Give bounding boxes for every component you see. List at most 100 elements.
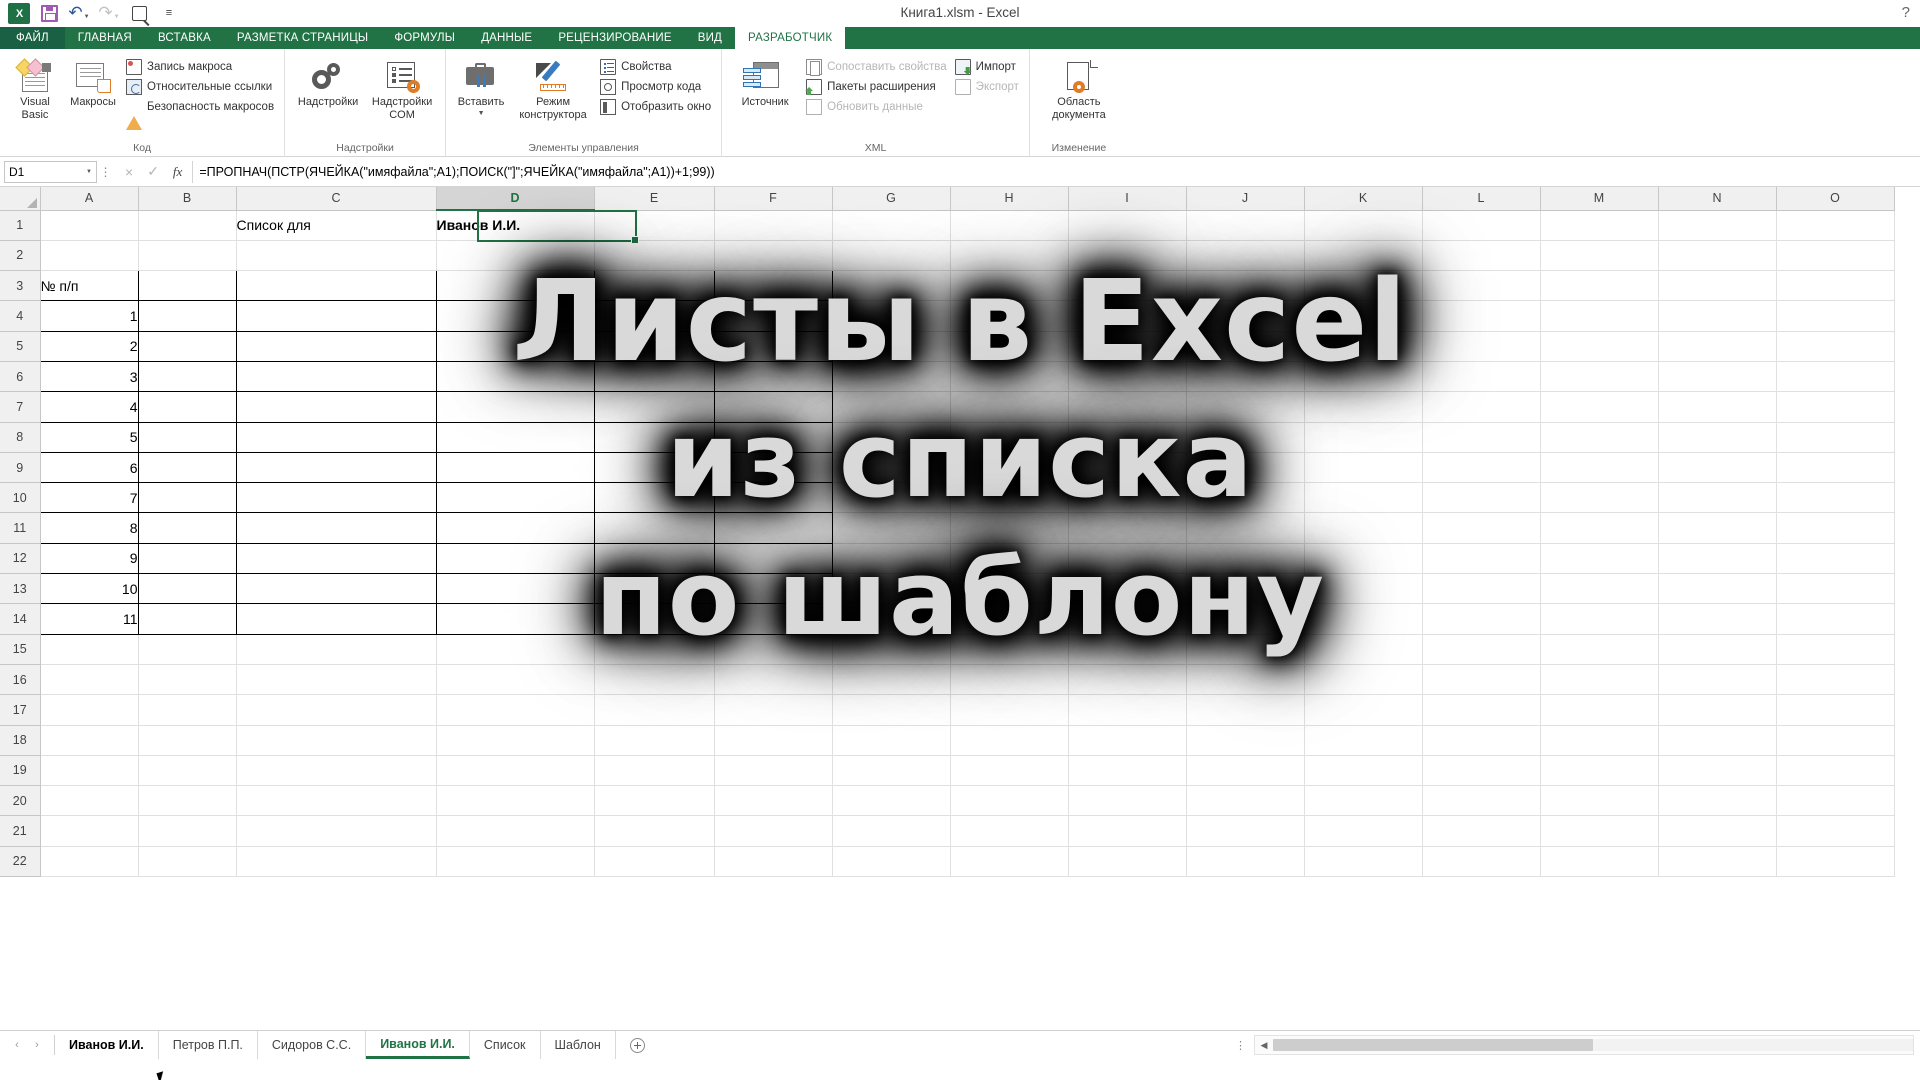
cell-G6[interactable] (832, 361, 950, 391)
cell-C20[interactable] (236, 786, 436, 816)
cell-B10[interactable] (138, 483, 236, 513)
cell-J3[interactable] (1186, 271, 1304, 301)
cell-E6[interactable] (594, 361, 714, 391)
cell-D17[interactable] (436, 695, 594, 725)
record-macro-button[interactable]: Запись макроса (122, 57, 278, 77)
cell-L2[interactable] (1422, 240, 1540, 270)
cell-J9[interactable] (1186, 452, 1304, 482)
chevron-down-icon[interactable]: ▼ (458, 108, 505, 121)
cell-O3[interactable] (1776, 271, 1894, 301)
cell-H8[interactable] (950, 422, 1068, 452)
col-header-K[interactable]: K (1304, 187, 1422, 210)
cell-E18[interactable] (594, 725, 714, 755)
row-header-13[interactable]: 13 (0, 574, 40, 604)
cell-C13[interactable] (236, 574, 436, 604)
cell-C8[interactable] (236, 422, 436, 452)
row-header-20[interactable]: 20 (0, 786, 40, 816)
col-header-B[interactable]: B (138, 187, 236, 210)
row-header-17[interactable]: 17 (0, 695, 40, 725)
cell-B19[interactable] (138, 755, 236, 785)
cell-F6[interactable] (714, 361, 832, 391)
cell-L6[interactable] (1422, 361, 1540, 391)
col-header-I[interactable]: I (1068, 187, 1186, 210)
cell-L18[interactable] (1422, 725, 1540, 755)
cell-O16[interactable] (1776, 664, 1894, 694)
cell-G5[interactable] (832, 331, 950, 361)
macro-security-button[interactable]: Безопасность макросов (122, 97, 278, 117)
cell-A4[interactable]: 1 (40, 301, 138, 331)
cell-K7[interactable] (1304, 392, 1422, 422)
cell-F9[interactable] (714, 452, 832, 482)
col-header-C[interactable]: C (236, 187, 436, 210)
row-header-15[interactable]: 15 (0, 634, 40, 664)
sheet-tab-sidorov[interactable]: Сидоров С.С. (258, 1031, 366, 1059)
cell-D11[interactable] (436, 513, 594, 543)
cell-C5[interactable] (236, 331, 436, 361)
cell-H22[interactable] (950, 846, 1068, 876)
cell-C3[interactable] (236, 271, 436, 301)
cell-I17[interactable] (1068, 695, 1186, 725)
col-header-L[interactable]: L (1422, 187, 1540, 210)
quick-access-toolbar[interactable]: X ↶▼ ↷▼ ≡ (0, 0, 184, 27)
cell-L19[interactable] (1422, 755, 1540, 785)
col-header-G[interactable]: G (832, 187, 950, 210)
row-header-12[interactable]: 12 (0, 543, 40, 573)
horizontal-scrollbar[interactable]: ◀ (1254, 1035, 1914, 1055)
cell-K20[interactable] (1304, 786, 1422, 816)
cell-L4[interactable] (1422, 301, 1540, 331)
cell-C17[interactable] (236, 695, 436, 725)
cell-L8[interactable] (1422, 422, 1540, 452)
cell-K22[interactable] (1304, 846, 1422, 876)
cell-G1[interactable] (832, 210, 950, 240)
cell-M14[interactable] (1540, 604, 1658, 634)
cell-G20[interactable] (832, 786, 950, 816)
cell-D1[interactable]: Иванов И.И. (436, 210, 594, 240)
ribbon-tab-strip[interactable]: ФАЙЛ ГЛАВНАЯ ВСТАВКА РАЗМЕТКА СТРАНИЦЫ Ф… (0, 27, 1920, 49)
cell-B14[interactable] (138, 604, 236, 634)
cell-N5[interactable] (1658, 331, 1776, 361)
sheet-nav-prev-icon[interactable]: ‹ (8, 1039, 26, 1051)
cell-G11[interactable] (832, 513, 950, 543)
cell-C1[interactable]: Список для (236, 210, 436, 240)
help-icon[interactable]: ? (1902, 4, 1910, 21)
cell-H17[interactable] (950, 695, 1068, 725)
cell-N22[interactable] (1658, 846, 1776, 876)
cell-N15[interactable] (1658, 634, 1776, 664)
cell-B17[interactable] (138, 695, 236, 725)
addins-button[interactable]: Надстройки (291, 53, 365, 109)
col-header-E[interactable]: E (594, 187, 714, 210)
cell-J4[interactable] (1186, 301, 1304, 331)
cell-L22[interactable] (1422, 846, 1540, 876)
cell-K5[interactable] (1304, 331, 1422, 361)
add-sheet-button[interactable] (616, 1031, 659, 1059)
cell-H19[interactable] (950, 755, 1068, 785)
cell-C18[interactable] (236, 725, 436, 755)
cell-D19[interactable] (436, 755, 594, 785)
cell-D21[interactable] (436, 816, 594, 846)
cell-C14[interactable] (236, 604, 436, 634)
tab-home[interactable]: ГЛАВНАЯ (65, 27, 145, 49)
cell-E9[interactable] (594, 452, 714, 482)
cell-J5[interactable] (1186, 331, 1304, 361)
cell-M5[interactable] (1540, 331, 1658, 361)
cell-D22[interactable] (436, 846, 594, 876)
cell-D5[interactable] (436, 331, 594, 361)
cell-A3[interactable]: № п/п (40, 271, 138, 301)
cell-C9[interactable] (236, 452, 436, 482)
cell-B18[interactable] (138, 725, 236, 755)
row-header-4[interactable]: 4 (0, 301, 40, 331)
cell-J21[interactable] (1186, 816, 1304, 846)
cell-M19[interactable] (1540, 755, 1658, 785)
cell-E16[interactable] (594, 664, 714, 694)
cell-I16[interactable] (1068, 664, 1186, 694)
cell-G17[interactable] (832, 695, 950, 725)
cell-D20[interactable] (436, 786, 594, 816)
cell-D9[interactable] (436, 452, 594, 482)
cell-K14[interactable] (1304, 604, 1422, 634)
cell-N3[interactable] (1658, 271, 1776, 301)
cell-G10[interactable] (832, 483, 950, 513)
cell-J7[interactable] (1186, 392, 1304, 422)
cell-A2[interactable] (40, 240, 138, 270)
cell-A8[interactable]: 5 (40, 422, 138, 452)
cell-D18[interactable] (436, 725, 594, 755)
